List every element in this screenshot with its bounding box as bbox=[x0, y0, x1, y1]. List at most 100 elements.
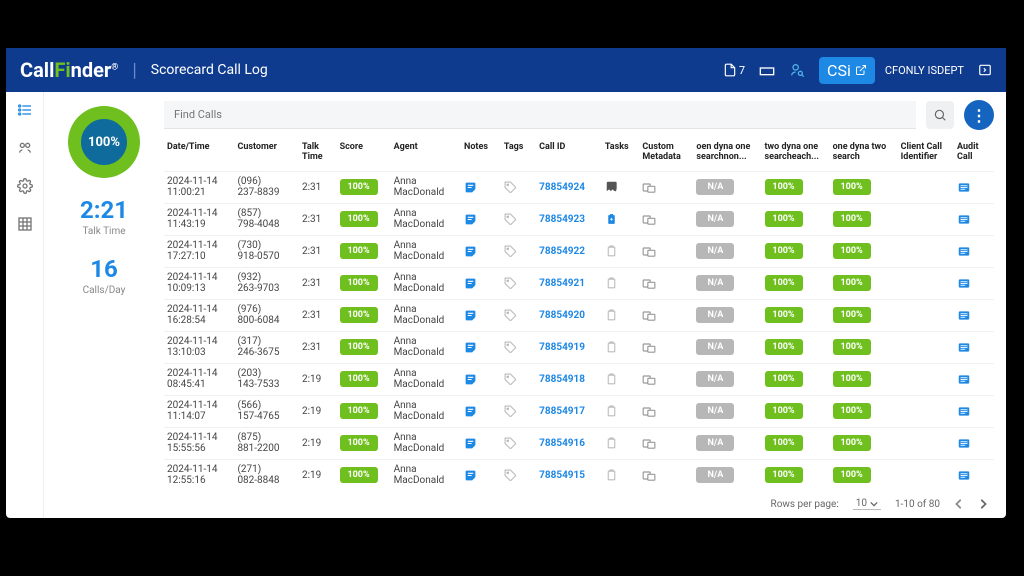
table-row[interactable]: 2024-11-1417:27:10(730)918-05702:31100%A… bbox=[164, 235, 994, 267]
metadata-icon[interactable] bbox=[642, 469, 690, 482]
metadata-icon[interactable] bbox=[642, 277, 690, 290]
note-icon[interactable] bbox=[464, 373, 498, 386]
table-row[interactable]: 2024-11-1408:45:41(203)143-75332:19100%A… bbox=[164, 363, 994, 395]
logout-icon[interactable] bbox=[978, 63, 992, 77]
tag-icon[interactable] bbox=[504, 373, 533, 386]
col-tasks[interactable]: Tasks bbox=[602, 138, 640, 171]
note-icon[interactable] bbox=[464, 277, 498, 290]
col-notes[interactable]: Notes bbox=[461, 138, 501, 171]
table-row[interactable]: 2024-11-1411:14:07(566)157-47652:19100%A… bbox=[164, 395, 994, 427]
note-icon[interactable] bbox=[464, 213, 498, 226]
table-row[interactable]: 2024-11-1411:00:21(096)237-88392:31100%A… bbox=[164, 171, 994, 203]
audit-icon[interactable] bbox=[957, 213, 991, 226]
search-user-icon[interactable] bbox=[789, 62, 805, 78]
search-button[interactable] bbox=[926, 101, 954, 129]
table-row[interactable]: 2024-11-1413:10:03(317)246-36752:31100%A… bbox=[164, 331, 994, 363]
col-custmeta[interactable]: Custom Metadata bbox=[639, 138, 693, 171]
audit-icon[interactable] bbox=[957, 181, 991, 194]
more-actions-button[interactable]: ⋮ bbox=[964, 100, 994, 130]
note-icon[interactable] bbox=[464, 469, 498, 482]
call-id-link[interactable]: 78854923 bbox=[539, 214, 585, 225]
note-icon[interactable] bbox=[464, 437, 498, 450]
task-icon[interactable] bbox=[605, 277, 637, 290]
table-row[interactable]: 2024-11-1415:55:56(875)881-22002:19100%A… bbox=[164, 427, 994, 459]
col-dyn2[interactable]: two dyna one searcheach... bbox=[762, 138, 830, 171]
col-customer[interactable]: Customer bbox=[234, 138, 299, 171]
task-icon[interactable] bbox=[605, 245, 637, 258]
col-dyn3[interactable]: one dyna two search bbox=[830, 138, 898, 171]
tag-icon[interactable] bbox=[504, 277, 533, 290]
metadata-icon[interactable] bbox=[642, 437, 690, 450]
call-id-link[interactable]: 78854920 bbox=[539, 310, 585, 321]
documents-icon[interactable]: 7 bbox=[723, 63, 745, 77]
user-name[interactable]: CFONLY ISDEPT bbox=[885, 64, 964, 77]
metadata-icon[interactable] bbox=[642, 373, 690, 386]
audit-icon[interactable] bbox=[957, 373, 991, 386]
audit-icon[interactable] bbox=[957, 245, 991, 258]
note-icon[interactable] bbox=[464, 181, 498, 194]
call-id-link[interactable]: 78854922 bbox=[539, 246, 585, 257]
rows-per-page-select[interactable]: 10 bbox=[853, 498, 881, 510]
tag-icon[interactable] bbox=[504, 181, 533, 194]
call-id-link[interactable]: 78854917 bbox=[539, 406, 585, 417]
task-icon[interactable] bbox=[605, 469, 637, 482]
col-dyn1[interactable]: oen dyna one searchnon... bbox=[693, 138, 761, 171]
col-score[interactable]: Score bbox=[337, 138, 391, 171]
tag-icon[interactable] bbox=[504, 405, 533, 418]
nav-item-grid-icon[interactable] bbox=[17, 216, 33, 232]
col-talk[interactable]: Talk Time bbox=[299, 138, 337, 171]
note-icon[interactable] bbox=[464, 309, 498, 322]
table-row[interactable]: 2024-11-1410:09:13(932)263-97032:31100%A… bbox=[164, 267, 994, 299]
table-row[interactable]: 2024-11-1411:43:19(857)798-40482:31100%A… bbox=[164, 203, 994, 235]
audit-icon[interactable] bbox=[957, 469, 991, 482]
col-agent[interactable]: Agent bbox=[391, 138, 461, 171]
metadata-icon[interactable] bbox=[642, 245, 690, 258]
audit-icon[interactable] bbox=[957, 341, 991, 354]
window-icon[interactable] bbox=[759, 64, 775, 76]
task-icon[interactable] bbox=[605, 373, 637, 386]
call-id-link[interactable]: 78854916 bbox=[539, 438, 585, 449]
task-icon[interactable] bbox=[605, 309, 637, 322]
tag-icon[interactable] bbox=[504, 341, 533, 354]
tag-icon[interactable] bbox=[504, 213, 533, 226]
metadata-icon[interactable] bbox=[642, 341, 690, 354]
col-callid[interactable]: Call ID bbox=[536, 138, 602, 171]
tag-icon[interactable] bbox=[504, 245, 533, 258]
col-audit[interactable]: Audit Call bbox=[954, 138, 994, 171]
search-input[interactable] bbox=[164, 101, 916, 129]
note-icon[interactable] bbox=[464, 341, 498, 354]
tag-icon[interactable] bbox=[504, 469, 533, 482]
table-row[interactable]: 2024-11-1412:55:16(271)082-88482:19100%A… bbox=[164, 459, 994, 488]
audit-icon[interactable] bbox=[957, 437, 991, 450]
call-id-link[interactable]: 78854919 bbox=[539, 342, 585, 353]
nav-item-list-icon[interactable] bbox=[17, 102, 33, 118]
task-icon[interactable] bbox=[605, 405, 637, 418]
metadata-icon[interactable] bbox=[642, 213, 690, 226]
task-icon[interactable] bbox=[605, 213, 637, 226]
csi-button[interactable]: CSi bbox=[819, 57, 875, 84]
nav-item-agents-icon[interactable] bbox=[17, 140, 33, 156]
call-id-link[interactable]: 78854924 bbox=[539, 182, 585, 193]
audit-icon[interactable] bbox=[957, 277, 991, 290]
tag-icon[interactable] bbox=[504, 309, 533, 322]
next-page-button[interactable] bbox=[978, 498, 988, 510]
audit-icon[interactable] bbox=[957, 405, 991, 418]
call-id-link[interactable]: 78854915 bbox=[539, 470, 585, 481]
nav-item-settings-icon[interactable] bbox=[17, 178, 33, 194]
metadata-icon[interactable] bbox=[642, 309, 690, 322]
prev-page-button[interactable] bbox=[954, 498, 964, 510]
task-icon[interactable] bbox=[605, 341, 637, 354]
call-id-link[interactable]: 78854921 bbox=[539, 278, 585, 289]
note-icon[interactable] bbox=[464, 405, 498, 418]
call-id-link[interactable]: 78854918 bbox=[539, 374, 585, 385]
task-icon[interactable] bbox=[605, 437, 637, 450]
col-tags[interactable]: Tags bbox=[501, 138, 536, 171]
tag-icon[interactable] bbox=[504, 437, 533, 450]
col-clientid[interactable]: Client Call Identifier bbox=[898, 138, 954, 171]
col-datetime[interactable]: Date/Time bbox=[164, 138, 234, 171]
note-icon[interactable] bbox=[464, 245, 498, 258]
metadata-icon[interactable] bbox=[642, 181, 690, 194]
metadata-icon[interactable] bbox=[642, 405, 690, 418]
audit-icon[interactable] bbox=[957, 309, 991, 322]
table-row[interactable]: 2024-11-1416:28:54(976)800-60842:31100%A… bbox=[164, 299, 994, 331]
